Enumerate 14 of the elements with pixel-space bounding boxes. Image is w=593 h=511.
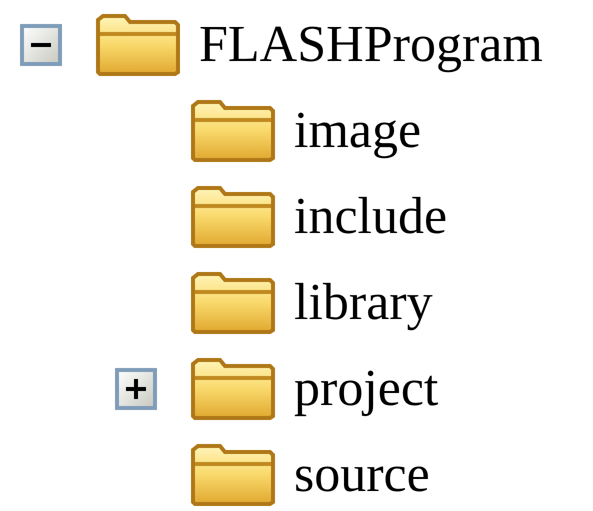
folder-label[interactable]: include — [294, 191, 448, 243]
folder-label[interactable]: FLASHProgram — [199, 19, 543, 71]
folder-label[interactable]: image — [294, 105, 422, 157]
folder-icon — [190, 444, 276, 506]
collapse-icon[interactable] — [20, 24, 62, 66]
folder-label[interactable]: source — [294, 449, 430, 501]
folder-label[interactable]: project — [294, 363, 438, 415]
folder-label[interactable]: library — [294, 277, 433, 329]
folder-icon — [190, 358, 276, 420]
folder-icon — [190, 186, 276, 248]
folder-icon — [190, 100, 276, 162]
folder-icon — [95, 14, 181, 76]
folder-icon — [190, 272, 276, 334]
expand-icon[interactable] — [115, 368, 157, 410]
